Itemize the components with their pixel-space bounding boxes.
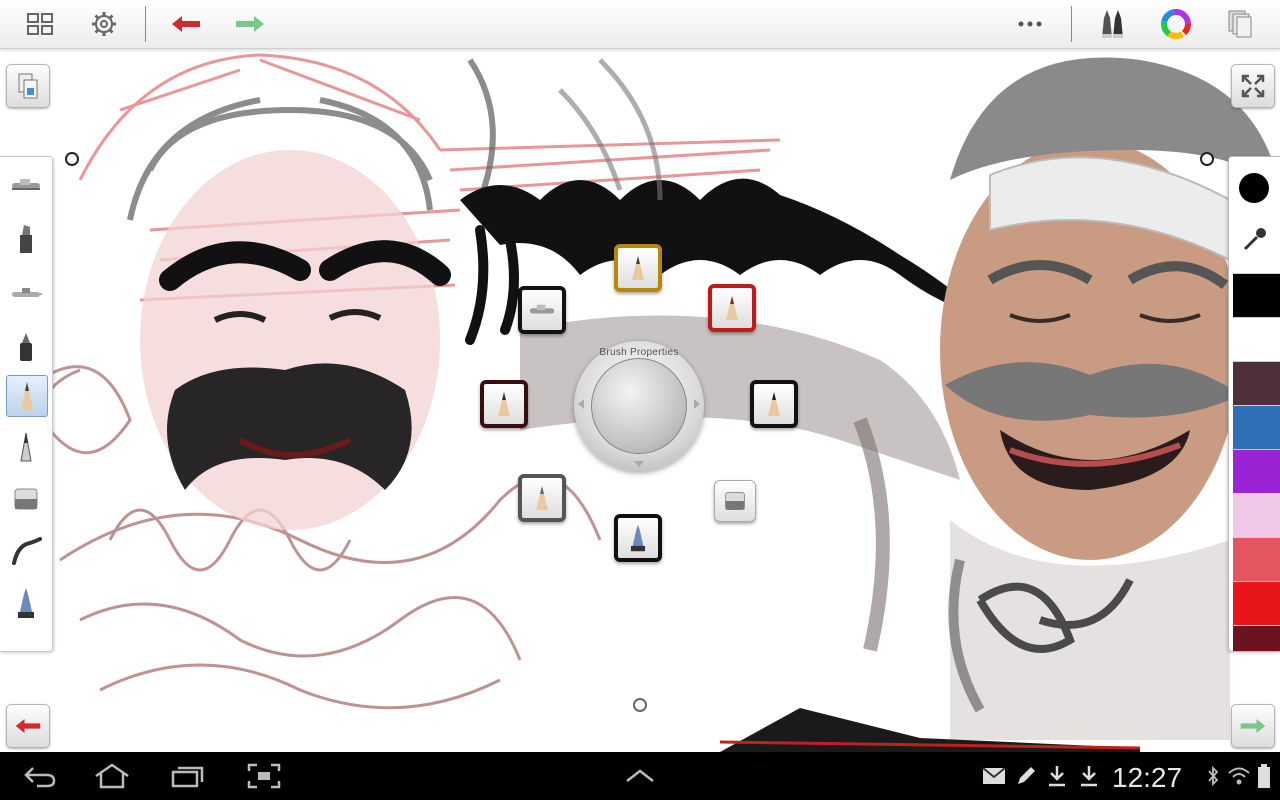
brush-properties-puck[interactable]: Brush Properties — [574, 341, 704, 471]
radial-pencil-red[interactable] — [708, 284, 756, 332]
undo-button-bottom[interactable] — [6, 704, 50, 748]
eyedropper-icon[interactable] — [1241, 225, 1269, 253]
puck-center[interactable] — [591, 358, 687, 454]
current-color-dot[interactable] — [1239, 173, 1269, 203]
expand-icon — [1241, 74, 1265, 98]
pencil-notify-icon — [1012, 758, 1040, 794]
color-palette — [1228, 156, 1280, 652]
left-panel-handle[interactable] — [65, 152, 79, 166]
puck-right-arrow — [694, 399, 700, 409]
color-wheel-icon[interactable] — [1158, 6, 1194, 42]
wifi-icon — [1226, 758, 1252, 794]
swatch-black[interactable] — [1233, 273, 1280, 317]
recent-apps-icon[interactable] — [166, 758, 210, 794]
home-icon[interactable] — [90, 758, 134, 794]
undo-icon[interactable] — [168, 6, 204, 42]
smudge-brush[interactable] — [6, 531, 46, 571]
puck-down-arrow — [634, 461, 644, 467]
back-icon[interactable] — [20, 758, 60, 794]
swatch-maroon[interactable] — [1233, 625, 1280, 651]
brushes-icon[interactable] — [1094, 6, 1130, 42]
screenshot-icon[interactable] — [244, 758, 284, 794]
pencil-brush[interactable] — [6, 375, 48, 417]
download-icon-2 — [1076, 758, 1102, 794]
layers-icon[interactable] — [1222, 6, 1258, 42]
ballpoint-brush[interactable] — [6, 427, 46, 467]
puck-left-arrow — [578, 399, 584, 409]
toolbar-separator — [145, 6, 146, 42]
swatch-dark-mauve[interactable] — [1233, 361, 1280, 405]
swatch-light-pink[interactable] — [1233, 493, 1280, 537]
top-toolbar — [0, 0, 1280, 49]
radial-pencil-gray[interactable] — [518, 474, 566, 522]
airbrush-brush[interactable] — [6, 165, 46, 205]
toolbar-separator-2 — [1071, 6, 1072, 42]
layer-copy-button[interactable] — [6, 64, 50, 108]
marker-brush[interactable] — [6, 219, 46, 259]
airbrush-alt-brush[interactable] — [6, 273, 46, 313]
swatch-white[interactable] — [1233, 317, 1280, 361]
redo-button-bottom[interactable] — [1231, 704, 1275, 748]
radial-pencil-top[interactable] — [614, 244, 662, 292]
grid-icon[interactable] — [22, 6, 58, 42]
ink-pen-brush[interactable] — [6, 583, 46, 623]
bluetooth-icon — [1204, 758, 1222, 794]
fullscreen-button[interactable] — [1231, 64, 1275, 108]
redo-icon — [1240, 719, 1266, 733]
swatch-blue[interactable] — [1233, 405, 1280, 449]
radial-pencil-right[interactable] — [750, 380, 798, 428]
gmail-icon — [980, 758, 1008, 794]
swatch-red[interactable] — [1233, 581, 1280, 625]
radial-ink-pen[interactable] — [614, 514, 662, 562]
battery-icon — [1254, 758, 1274, 794]
more-icon[interactable] — [1012, 6, 1048, 42]
radial-airbrush[interactable] — [518, 286, 566, 334]
brush-palette — [0, 156, 53, 652]
swatch-coral[interactable] — [1233, 537, 1280, 581]
right-panel-handle[interactable] — [1200, 152, 1214, 166]
radial-pencil-dark[interactable] — [480, 380, 528, 428]
gear-icon[interactable] — [86, 6, 122, 42]
brush-properties-label: Brush Properties — [599, 347, 679, 358]
canvas-puck-handle[interactable] — [633, 698, 647, 712]
copy-paste-icon — [18, 73, 38, 99]
eraser-brush[interactable] — [6, 479, 46, 519]
felt-pen-brush[interactable] — [6, 327, 46, 367]
up-chevron-icon[interactable] — [622, 758, 658, 794]
swatch-purple[interactable] — [1233, 449, 1280, 493]
radial-eraser[interactable] — [714, 480, 756, 522]
undo-icon — [15, 719, 41, 733]
status-clock: 12:27 — [1112, 762, 1183, 793]
system-bar: 12:27 — [0, 752, 1280, 800]
download-icon — [1044, 758, 1070, 794]
redo-icon[interactable] — [232, 6, 268, 42]
